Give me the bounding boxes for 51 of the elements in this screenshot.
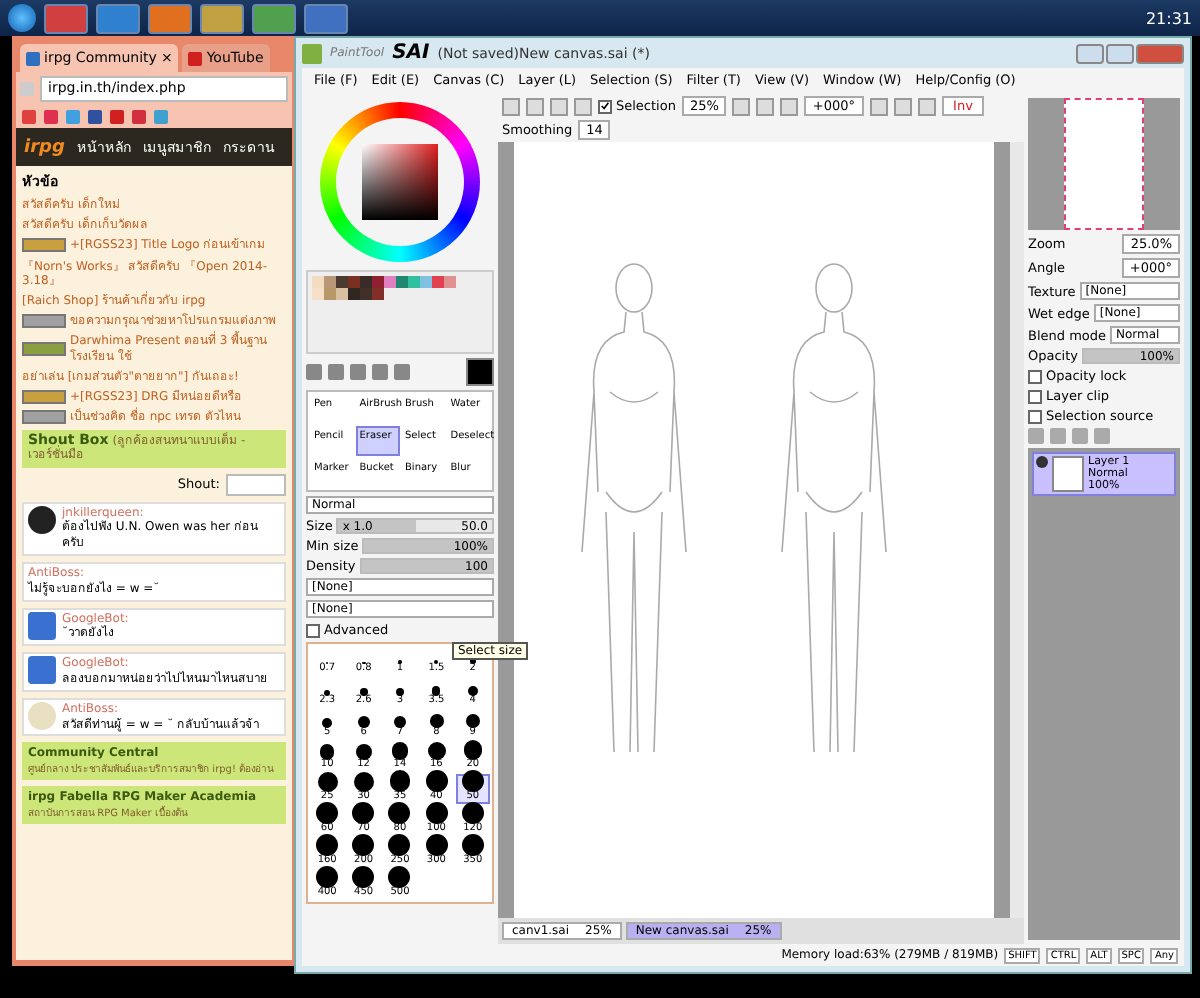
color-swatch[interactable] xyxy=(336,288,348,300)
color-swatch[interactable] xyxy=(372,288,384,300)
color-swatch[interactable] xyxy=(432,276,444,288)
color-swatch[interactable] xyxy=(348,288,360,300)
taskbar-app-icon[interactable] xyxy=(148,3,192,33)
taskbar-app-icon[interactable] xyxy=(96,3,140,33)
color-swatch[interactable] xyxy=(336,276,348,288)
color-swatch[interactable] xyxy=(312,288,324,300)
close-button[interactable] xyxy=(1136,43,1184,63)
color-swatch[interactable] xyxy=(372,276,384,288)
app-icon xyxy=(302,43,322,63)
color-swatch[interactable] xyxy=(444,276,456,288)
color-swatch[interactable] xyxy=(360,276,372,288)
color-swatch[interactable] xyxy=(348,276,360,288)
topic-badge xyxy=(22,314,66,329)
taskbar-app-icon[interactable] xyxy=(44,3,88,33)
color-swatch[interactable] xyxy=(420,276,432,288)
option-checkbox[interactable] xyxy=(1028,389,1042,403)
selection-checkbox[interactable] xyxy=(598,99,612,113)
taskbar-app-icon[interactable] xyxy=(200,3,244,33)
avatar xyxy=(28,656,56,685)
topic-badge xyxy=(22,410,66,425)
layer-thumbnail xyxy=(1052,456,1084,492)
color-swatch[interactable] xyxy=(408,276,420,288)
start-button[interactable] xyxy=(8,4,36,32)
color-swatch[interactable] xyxy=(312,276,324,288)
avatar xyxy=(28,505,56,534)
color-indicator xyxy=(466,358,494,386)
color-swatch[interactable] xyxy=(324,288,336,300)
topic-badge xyxy=(22,389,66,404)
reload-icon[interactable] xyxy=(20,82,34,96)
color-swatch[interactable] xyxy=(360,288,372,300)
color-swatch[interactable] xyxy=(396,276,408,288)
taskbar-app-icon[interactable] xyxy=(252,3,296,33)
visibility-icon[interactable] xyxy=(1036,456,1048,468)
color-swatch[interactable] xyxy=(324,276,336,288)
topic-badge xyxy=(22,238,66,253)
option-checkbox[interactable] xyxy=(1028,369,1042,383)
advanced-checkbox[interactable] xyxy=(306,623,320,637)
site-logo: irpg xyxy=(24,137,65,157)
app-brand: SAI xyxy=(392,42,430,64)
color-swatch[interactable] xyxy=(384,276,396,288)
topic-badge xyxy=(22,342,66,356)
clock: 21:31 xyxy=(1145,9,1192,27)
avatar xyxy=(28,611,56,640)
minimize-button[interactable] xyxy=(1076,43,1104,63)
taskbar-app-icon[interactable] xyxy=(304,3,348,33)
maximize-button[interactable] xyxy=(1106,43,1134,63)
option-checkbox[interactable] xyxy=(1028,409,1042,423)
shout-input[interactable] xyxy=(226,473,286,496)
avatar xyxy=(28,701,56,730)
